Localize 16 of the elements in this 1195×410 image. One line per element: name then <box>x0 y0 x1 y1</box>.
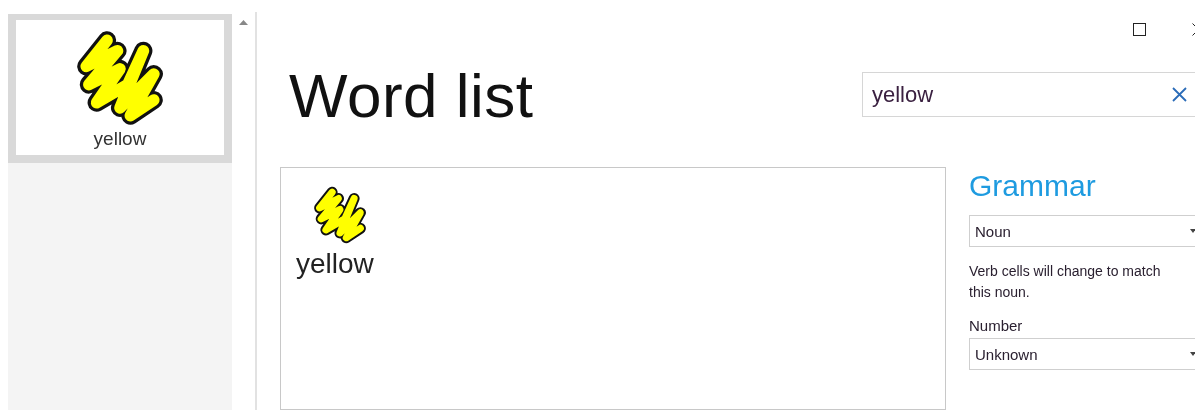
type-select[interactable]: Noun <box>969 215 1195 247</box>
scribble-icon <box>311 186 369 244</box>
caret-icon <box>1190 352 1195 356</box>
card-word: yellow <box>296 248 374 280</box>
search-field[interactable]: yellow <box>862 72 1195 117</box>
number-select[interactable]: Unknown <box>969 338 1195 370</box>
word-tile[interactable]: yellow <box>8 14 232 163</box>
caret-icon <box>1190 229 1195 233</box>
page-title: Word list <box>288 60 534 132</box>
maximize-icon[interactable] <box>1133 22 1146 36</box>
tile-label: yellow <box>93 128 147 150</box>
hint-text: Verb cells will change to match this noun. <box>969 262 1162 302</box>
scroll-up-icon[interactable] <box>239 20 248 25</box>
clear-icon[interactable] <box>1172 87 1187 102</box>
section-heading: Grammar <box>969 168 1097 204</box>
number-label: Number <box>969 317 1024 334</box>
